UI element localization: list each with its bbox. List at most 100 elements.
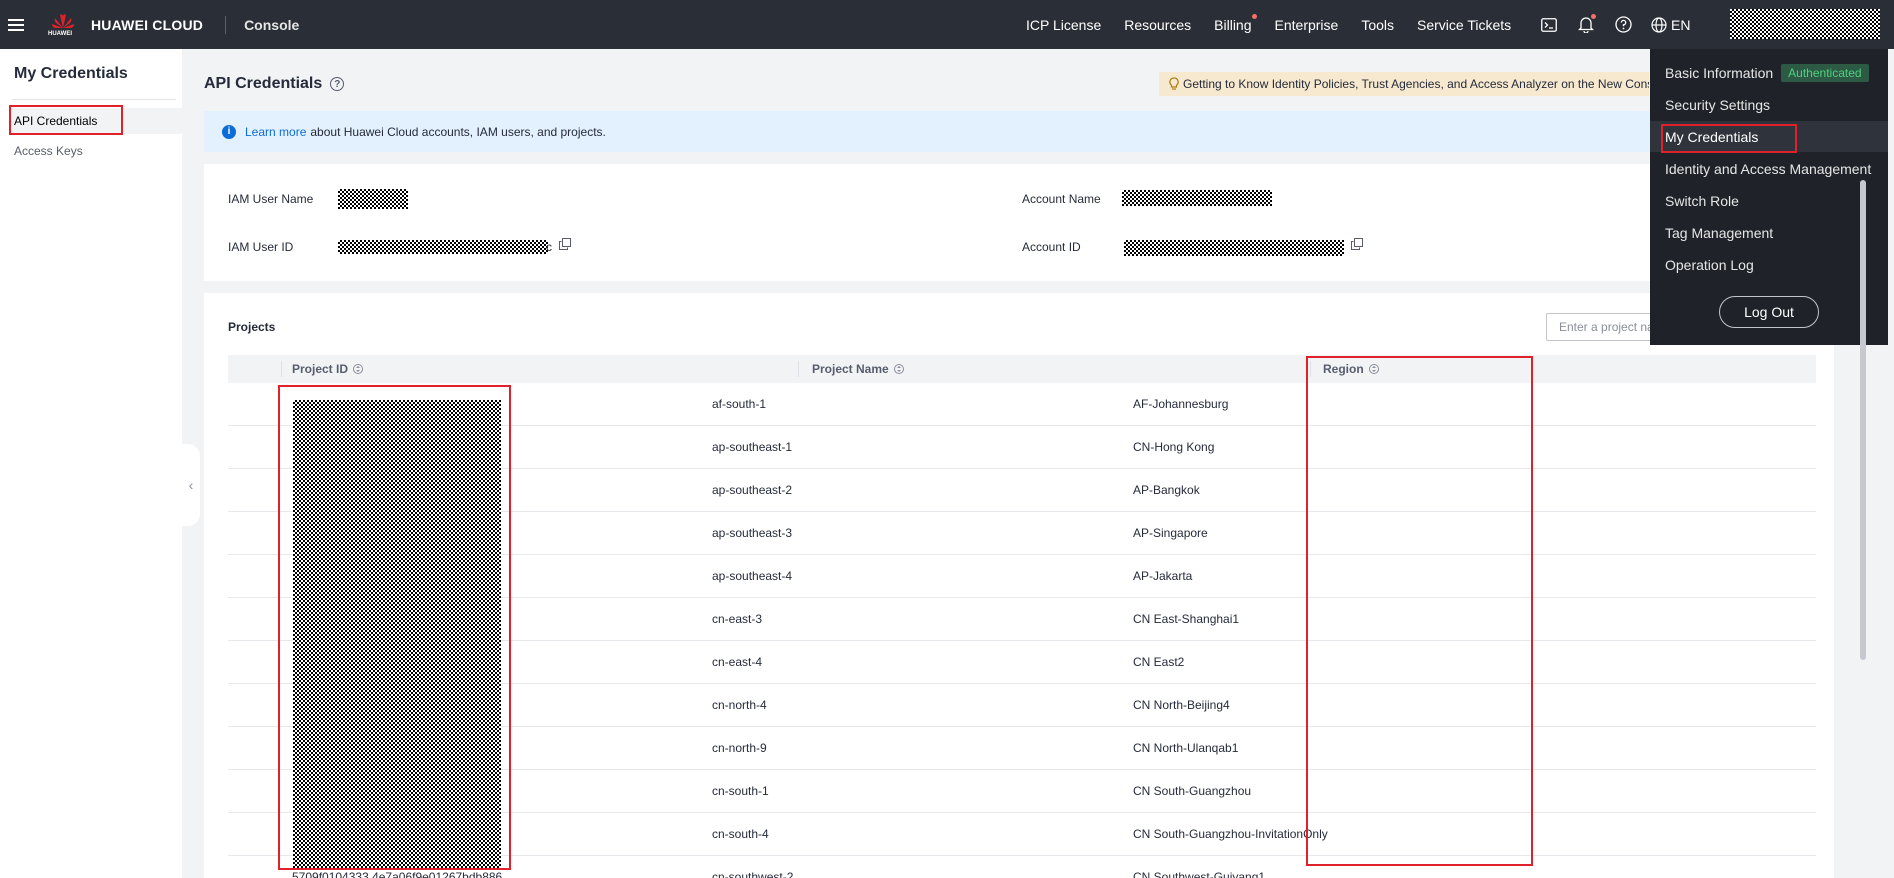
notification-dot bbox=[1591, 13, 1596, 19]
project-name-cell: cn-east-3 bbox=[712, 612, 763, 626]
sort-icon[interactable] bbox=[893, 364, 904, 374]
info-text: about Huawei Cloud accounts, IAM users, … bbox=[310, 124, 606, 139]
region-cell: CN-Hong Kong bbox=[1133, 440, 1215, 454]
status-badge: Authenticated bbox=[1781, 64, 1869, 82]
menu-item-operation-log[interactable]: Operation Log bbox=[1665, 253, 1754, 277]
account-id-label: Account ID bbox=[1022, 240, 1081, 254]
project-name-cell: cn-southwest-2 bbox=[712, 870, 794, 878]
region-cell: CN South-Guangzhou bbox=[1133, 784, 1252, 798]
account-name-label: Account Name bbox=[1022, 192, 1101, 206]
account-id-value bbox=[1124, 240, 1344, 256]
iam-user-id-value bbox=[338, 240, 548, 254]
region-cell: CN North-Beijing4 bbox=[1133, 698, 1230, 712]
menu-item-security-settings[interactable]: Security Settings bbox=[1665, 93, 1770, 117]
nav-billing[interactable]: Billing bbox=[1214, 13, 1257, 33]
sort-icon[interactable] bbox=[353, 364, 364, 374]
page-scrollbar[interactable] bbox=[1860, 180, 1866, 660]
topbar-divider bbox=[225, 15, 227, 34]
sidebar-collapse-button[interactable]: ‹ bbox=[182, 444, 200, 526]
project-search-input[interactable] bbox=[1546, 313, 1656, 341]
table-header: Project ID Project Name Region bbox=[228, 355, 1816, 383]
region-cell: AP-Singapore bbox=[1133, 526, 1208, 540]
sidebar-item-label: Access Keys bbox=[14, 144, 83, 158]
region-cell: CN East-Shanghai1 bbox=[1133, 612, 1240, 626]
highlight-box bbox=[9, 105, 123, 135]
region-cell: AP-Jakarta bbox=[1133, 569, 1193, 583]
column-header-project-name[interactable]: Project Name bbox=[812, 355, 904, 383]
project-name-cell: cn-east-4 bbox=[712, 655, 763, 669]
highlight-box bbox=[1661, 124, 1797, 153]
region-cell: AP-Bangkok bbox=[1133, 483, 1200, 497]
notification-dot bbox=[1251, 13, 1257, 19]
top-icons: EN bbox=[1540, 0, 1690, 49]
bell-icon[interactable] bbox=[1577, 13, 1596, 34]
region-cell: CN South-Guangzhou-InvitationOnly bbox=[1133, 827, 1328, 841]
iam-user-name-label: IAM User Name bbox=[228, 192, 314, 206]
menu-item-switch-role[interactable]: Switch Role bbox=[1665, 189, 1739, 213]
user-account-menu[interactable] bbox=[1730, 9, 1880, 39]
project-name-cell: cn-north-9 bbox=[712, 741, 767, 755]
column-header-project-id[interactable]: Project ID bbox=[292, 355, 364, 383]
projects-title: Projects bbox=[228, 320, 276, 334]
column-header-label: Project ID bbox=[292, 362, 349, 376]
logout-button[interactable]: Log Out bbox=[1719, 296, 1819, 328]
sidebar-divider bbox=[12, 99, 176, 100]
chevron-left-icon: ‹ bbox=[188, 477, 194, 493]
tip-text: Getting to Know Identity Policies, Trust… bbox=[1183, 77, 1649, 91]
help-icon[interactable] bbox=[1614, 16, 1632, 34]
column-divider bbox=[281, 361, 282, 377]
project-name-cell: af-south-1 bbox=[712, 397, 767, 411]
top-navigation-bar: HUAWEI HUAWEI CLOUD Console ICP License … bbox=[0, 0, 1894, 49]
tip-banner[interactable]: Getting to Know Identity Policies, Trust… bbox=[1159, 72, 1649, 96]
info-banner: i Learn more about Huawei Cloud accounts… bbox=[204, 111, 1834, 152]
nav-billing-label: Billing bbox=[1214, 16, 1252, 33]
menu-item-label: Basic Information bbox=[1665, 65, 1774, 81]
nav-tools[interactable]: Tools bbox=[1361, 17, 1394, 33]
nav-resources[interactable]: Resources bbox=[1124, 17, 1191, 33]
copy-icon[interactable] bbox=[1351, 238, 1363, 250]
nav-enterprise[interactable]: Enterprise bbox=[1275, 17, 1339, 33]
user-dropdown-menu: Basic Information Authenticated Security … bbox=[1650, 49, 1888, 345]
page-title: API Credentials ? bbox=[204, 75, 345, 93]
brand-name: HUAWEI CLOUD bbox=[91, 16, 204, 33]
nav-icp-license[interactable]: ICP License bbox=[1026, 17, 1101, 33]
nav-service-tickets[interactable]: Service Tickets bbox=[1417, 17, 1511, 33]
menu-item-identity-and-access-management[interactable]: Identity and Access Management bbox=[1665, 157, 1871, 181]
page-title-text: API Credentials bbox=[204, 75, 323, 92]
region-cell: CN East2 bbox=[1133, 655, 1185, 669]
project-name-cell: ap-southeast-2 bbox=[712, 483, 793, 497]
iam-user-id-label: IAM User ID bbox=[228, 240, 294, 254]
iam-user-name-value bbox=[338, 189, 408, 209]
sidebar-item-access-keys[interactable]: Access Keys bbox=[10, 138, 182, 164]
language-label: EN bbox=[1671, 16, 1691, 33]
language-switcher[interactable]: EN bbox=[1651, 17, 1690, 33]
console-link[interactable]: Console bbox=[244, 17, 299, 33]
project-name-cell: cn-south-4 bbox=[712, 827, 769, 841]
project-name-cell: cn-north-4 bbox=[712, 698, 767, 712]
project-name-cell: ap-southeast-3 bbox=[712, 526, 793, 540]
logo-subtext: HUAWEI bbox=[48, 30, 72, 37]
region-cell: AF-Johannesburg bbox=[1133, 397, 1229, 411]
region-cell: CN Southwest-Guiyang1 bbox=[1133, 870, 1266, 878]
column-header-label: Project Name bbox=[812, 362, 889, 376]
sidebar: My Credentials API Credentials Access Ke… bbox=[0, 49, 182, 878]
menu-item-tag-management[interactable]: Tag Management bbox=[1665, 221, 1773, 245]
huawei-logo-icon: HUAWEI bbox=[48, 12, 77, 38]
cloud-shell-icon[interactable] bbox=[1540, 16, 1558, 34]
info-icon: i bbox=[222, 124, 236, 139]
menu-icon[interactable] bbox=[8, 18, 24, 31]
lightbulb-icon bbox=[1169, 77, 1179, 90]
project-name-cell: ap-southeast-1 bbox=[712, 440, 793, 454]
account-info-card: IAM User Name IAM User ID c Account Name… bbox=[204, 164, 1834, 281]
project-name-cell: cn-south-1 bbox=[712, 784, 769, 798]
project-name-cell: ap-southeast-4 bbox=[712, 569, 793, 583]
top-nav: ICP License Resources Billing Enterprise… bbox=[1026, 0, 1534, 49]
huawei-cloud-logo[interactable]: HUAWEI HUAWEI CLOUD bbox=[48, 12, 204, 38]
learn-more-link[interactable]: Learn more bbox=[245, 125, 306, 139]
copy-icon[interactable] bbox=[559, 238, 571, 250]
globe-icon bbox=[1651, 16, 1667, 33]
sidebar-title: My Credentials bbox=[14, 65, 128, 82]
region-cell: CN North-Ulanqab1 bbox=[1133, 741, 1239, 755]
menu-item-basic-information[interactable]: Basic Information Authenticated bbox=[1665, 61, 1869, 85]
question-icon[interactable]: ? bbox=[330, 77, 345, 91]
